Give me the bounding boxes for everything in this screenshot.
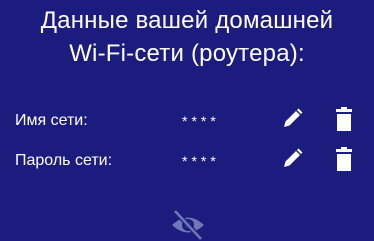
network-password-row: Пароль сети: **** — [15, 146, 360, 176]
pencil-icon[interactable] — [281, 147, 303, 171]
network-name-label: Имя сети: — [15, 112, 88, 129]
trash-icon[interactable] — [333, 147, 355, 171]
network-password-value: **** — [182, 153, 220, 169]
network-password-label: Пароль сети: — [15, 152, 113, 169]
title-line-1: Данные вашей домашней — [40, 7, 334, 34]
pencil-icon[interactable] — [281, 107, 303, 131]
page-title: Данные вашей домашней Wi-Fi-сети (роутер… — [0, 4, 374, 70]
title-line-2: Wi-Fi-сети (роутера): — [69, 40, 305, 67]
network-name-row: Имя сети: **** — [15, 106, 360, 136]
eye-slash-icon[interactable] — [170, 206, 206, 240]
network-name-value: **** — [182, 113, 220, 129]
trash-icon[interactable] — [333, 107, 355, 131]
